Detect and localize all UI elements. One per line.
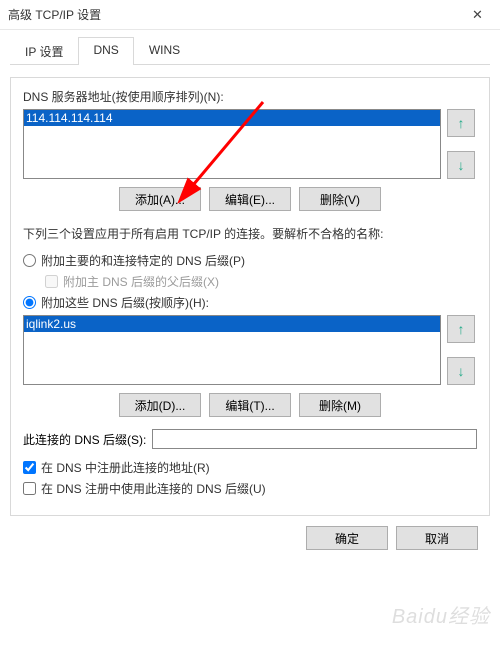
dns-servers-move-down[interactable]: ↓ — [447, 151, 475, 179]
arrow-up-icon: ↑ — [458, 115, 465, 131]
suffixes-buttons: 添加(D)... 编辑(T)... 删除(M) — [23, 393, 477, 417]
dns-edit-button[interactable]: 编辑(E)... — [209, 187, 291, 211]
tab-wins[interactable]: WINS — [134, 37, 195, 65]
connection-suffix-row: 此连接的 DNS 后缀(S): — [23, 429, 477, 449]
tab-ip-label: IP 设置 — [25, 45, 63, 59]
ok-button[interactable]: 确定 — [306, 526, 388, 550]
dns-servers-listbox[interactable]: 114.114.114.114 — [23, 109, 441, 179]
arrow-down-icon: ↓ — [458, 157, 465, 173]
check-register-input[interactable] — [23, 461, 36, 474]
check-use-suffix-label: 在 DNS 注册中使用此连接的 DNS 后缀(U) — [41, 480, 266, 497]
suffix-add-button[interactable]: 添加(D)... — [119, 393, 201, 417]
arrow-down-icon: ↓ — [458, 363, 465, 379]
dns-add-button[interactable]: 添加(A)... — [119, 187, 201, 211]
tab-ip-settings[interactable]: IP 设置 — [10, 37, 78, 65]
radio-these-input[interactable] — [23, 296, 36, 309]
check-parent-input — [45, 275, 58, 288]
check-parent-suffix: 附加主 DNS 后缀的父后缀(X) — [45, 273, 477, 290]
radio-these-suffixes[interactable]: 附加这些 DNS 后缀(按顺序)(H): — [23, 294, 477, 311]
radio-these-label: 附加这些 DNS 后缀(按顺序)(H): — [41, 294, 209, 311]
suffixes-move-up[interactable]: ↑ — [447, 315, 475, 343]
dns-servers-move-up[interactable]: ↑ — [447, 109, 475, 137]
close-icon: ✕ — [472, 7, 483, 23]
dns-panel: DNS 服务器地址(按使用顺序排列)(N): 114.114.114.114 ↑… — [10, 77, 490, 516]
radio-primary-suffix[interactable]: 附加主要的和连接特定的 DNS 后缀(P) — [23, 252, 477, 269]
dns-servers-reorder: ↑ ↓ — [447, 109, 477, 179]
tab-strip: IP 设置 DNS WINS — [10, 36, 490, 65]
check-use-suffix[interactable]: 在 DNS 注册中使用此连接的 DNS 后缀(U) — [23, 480, 477, 497]
list-item[interactable]: iqlink2.us — [24, 316, 440, 332]
cancel-button[interactable]: 取消 — [396, 526, 478, 550]
close-button[interactable]: ✕ — [455, 0, 500, 30]
dialog-footer: 确定 取消 — [10, 516, 490, 550]
connection-suffix-input[interactable] — [152, 429, 477, 449]
suffixes-move-down[interactable]: ↓ — [447, 357, 475, 385]
watermark: Baidu经验 — [392, 600, 490, 629]
suffixes-listbox[interactable]: iqlink2.us — [23, 315, 441, 385]
check-use-suffix-input[interactable] — [23, 482, 36, 495]
content-area: IP 设置 DNS WINS DNS 服务器地址(按使用顺序排列)(N): 11… — [0, 30, 500, 560]
dns-servers-label: DNS 服务器地址(按使用顺序排列)(N): — [23, 88, 477, 105]
connection-suffix-label: 此连接的 DNS 后缀(S): — [23, 431, 146, 448]
section-note: 下列三个设置应用于所有启用 TCP/IP 的连接。要解析不合格的名称: — [23, 225, 477, 242]
dns-servers-buttons: 添加(A)... 编辑(E)... 删除(V) — [23, 187, 477, 211]
dns-remove-button[interactable]: 删除(V) — [299, 187, 381, 211]
tab-wins-label: WINS — [149, 43, 180, 57]
suffix-edit-button[interactable]: 编辑(T)... — [209, 393, 291, 417]
radio-primary-label: 附加主要的和连接特定的 DNS 后缀(P) — [41, 252, 245, 269]
arrow-up-icon: ↑ — [458, 321, 465, 337]
suffixes-row: iqlink2.us ↑ ↓ — [23, 315, 477, 385]
check-register-address[interactable]: 在 DNS 中注册此连接的地址(R) — [23, 459, 477, 476]
titlebar: 高级 TCP/IP 设置 ✕ — [0, 0, 500, 30]
suffix-remove-button[interactable]: 删除(M) — [299, 393, 381, 417]
radio-primary-input[interactable] — [23, 254, 36, 267]
list-item[interactable]: 114.114.114.114 — [24, 110, 440, 126]
tab-dns[interactable]: DNS — [78, 37, 133, 65]
check-parent-label: 附加主 DNS 后缀的父后缀(X) — [63, 273, 219, 290]
dns-servers-row: 114.114.114.114 ↑ ↓ — [23, 109, 477, 179]
tab-dns-label: DNS — [93, 43, 118, 57]
suffixes-reorder: ↑ ↓ — [447, 315, 477, 385]
window-title: 高级 TCP/IP 设置 — [8, 6, 101, 23]
check-register-label: 在 DNS 中注册此连接的地址(R) — [41, 459, 210, 476]
